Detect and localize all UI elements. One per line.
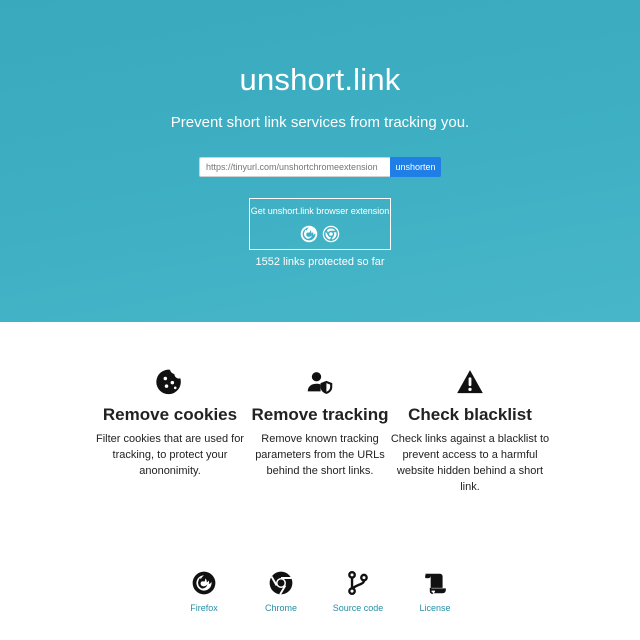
extension-icons [250,225,390,243]
footer-link-license[interactable]: License [395,570,475,613]
features-section: Remove cookies Filter cookies that are u… [0,322,640,552]
chrome-icon [268,570,294,596]
site-subtitle: Prevent short link services from trackin… [170,114,470,131]
footer-link-chrome[interactable]: Chrome [241,570,321,613]
cookie-icon [156,368,184,396]
footer-link-label: Firefox [190,603,218,613]
extension-label: Get unshort.link browser extension [250,206,390,216]
footer-link-label: License [419,603,451,613]
feature-remove-cookies: Remove cookies Filter cookies that are u… [90,368,250,479]
feature-title: Remove cookies [102,405,238,424]
feature-remove-tracking: Remove tracking Remove known tracking pa… [240,368,400,479]
site-title: unshort.link [239,62,401,97]
feature-description: Filter cookies that are used for trackin… [96,433,244,477]
feature-description: Check links against a blacklist to preve… [390,433,550,493]
user-shield-icon [306,368,334,396]
footer-link-label: Chrome [264,603,297,613]
footer-link-source-code[interactable]: Source code [318,570,398,613]
footer-link-label: Source code [332,603,384,613]
hero-section: unshort.link Prevent short link services… [0,0,640,322]
code-branch-icon [345,570,371,596]
feature-check-blacklist: Check blacklist Check links against a bl… [390,368,550,495]
chrome-icon[interactable] [322,225,340,243]
feature-title: Check blacklist [408,405,532,424]
browser-extension-box: Get unshort.link browser extension [249,198,391,250]
feature-title: Remove tracking [251,405,389,424]
url-input[interactable] [199,157,390,177]
protected-links-counter: 1552 links protected so far [255,256,385,268]
unshorten-form: unshorten [199,157,441,177]
firefox-icon [191,570,217,596]
scroll-icon [422,570,448,596]
feature-description: Remove known tracking parameters from th… [255,433,385,477]
warning-icon [456,368,484,396]
footer-links: Firefox Chrome Source code License [0,570,640,620]
firefox-icon[interactable] [300,225,318,243]
unshorten-button[interactable]: unshorten [390,157,441,177]
footer-link-firefox[interactable]: Firefox [164,570,244,613]
